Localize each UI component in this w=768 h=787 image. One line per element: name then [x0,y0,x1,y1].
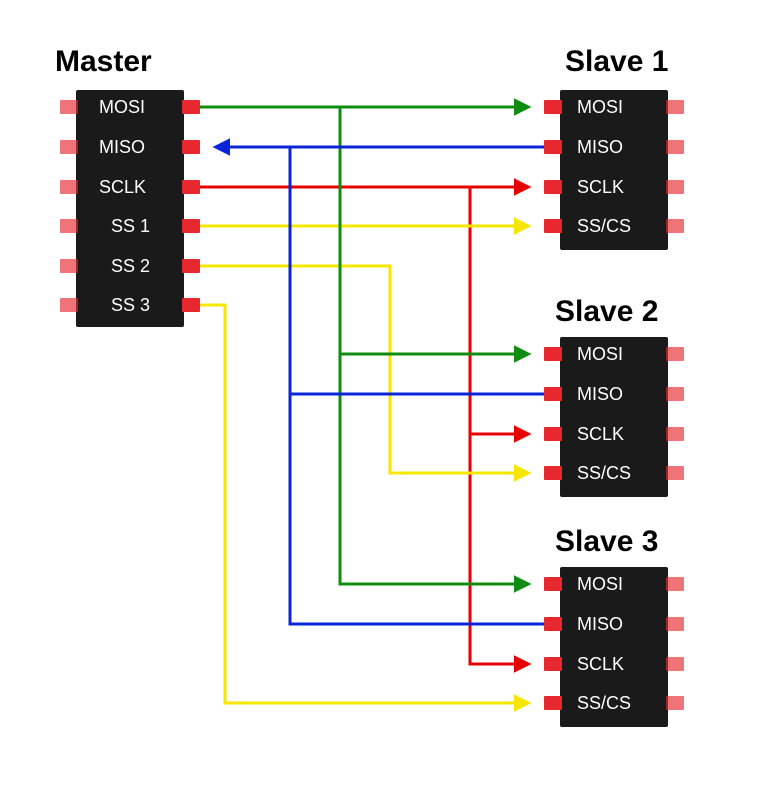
master-pin-ss1 [182,219,200,233]
slave3-pin-sscs [544,696,562,710]
master-pin-mosi [182,100,200,114]
sclk-wire [200,187,528,664]
master-pin-sclk [182,180,200,194]
slave2-right-pin [666,427,684,441]
master-label-miso: MISO [99,137,145,158]
master-label-mosi: MOSI [99,97,145,118]
slave2-pin-sclk [544,427,562,441]
ss-wires [200,226,528,703]
slave2-title: Slave 2 [555,295,658,329]
slave1-label-sclk: SCLK [577,177,624,198]
slave2-right-pin [666,387,684,401]
master-pin-ss3 [182,298,200,312]
slave1-label-mosi: MOSI [577,97,623,118]
slave3-label-sclk: SCLK [577,654,624,675]
master-title: Master [55,45,152,79]
master-left-pin [60,219,78,233]
master-label-sclk: SCLK [99,177,146,198]
slave3-label-miso: MISO [577,614,623,635]
slave2-pin-sscs [544,466,562,480]
master-left-pin [60,259,78,273]
master-label-ss1: SS 1 [111,216,150,237]
slave2-label-mosi: MOSI [577,344,623,365]
slave1-label-sscs: SS/CS [577,216,631,237]
master-left-pin [60,298,78,312]
slave1-right-pin [666,140,684,154]
slave2-label-sclk: SCLK [577,424,624,445]
slave2-label-sscs: SS/CS [577,463,631,484]
slave3-label-sscs: SS/CS [577,693,631,714]
master-left-pin [60,140,78,154]
master-pin-miso [182,140,200,154]
slave3-pin-sclk [544,657,562,671]
slave1-title: Slave 1 [565,45,668,79]
slave1-right-pin [666,219,684,233]
slave3-title: Slave 3 [555,525,658,559]
slave2-right-pin [666,466,684,480]
master-left-pin [60,180,78,194]
master-label-ss3: SS 3 [111,295,150,316]
master-chip [76,90,184,327]
slave1-pin-sscs [544,219,562,233]
slave3-right-pin [666,696,684,710]
slave1-pin-sclk [544,180,562,194]
slave1-right-pin [666,100,684,114]
slave1-label-miso: MISO [577,137,623,158]
slave3-right-pin [666,617,684,631]
slave2-label-miso: MISO [577,384,623,405]
slave2-right-pin [666,347,684,361]
slave3-pin-miso [544,617,562,631]
slave1-pin-miso [544,140,562,154]
slave2-pin-miso [544,387,562,401]
slave3-label-mosi: MOSI [577,574,623,595]
slave3-pin-mosi [544,577,562,591]
slave1-right-pin [666,180,684,194]
master-left-pin [60,100,78,114]
miso-wire [216,147,544,624]
slave3-right-pin [666,577,684,591]
master-pin-ss2 [182,259,200,273]
slave3-right-pin [666,657,684,671]
master-label-ss2: SS 2 [111,256,150,277]
mosi-wire [200,107,528,584]
slave2-pin-mosi [544,347,562,361]
slave1-pin-mosi [544,100,562,114]
